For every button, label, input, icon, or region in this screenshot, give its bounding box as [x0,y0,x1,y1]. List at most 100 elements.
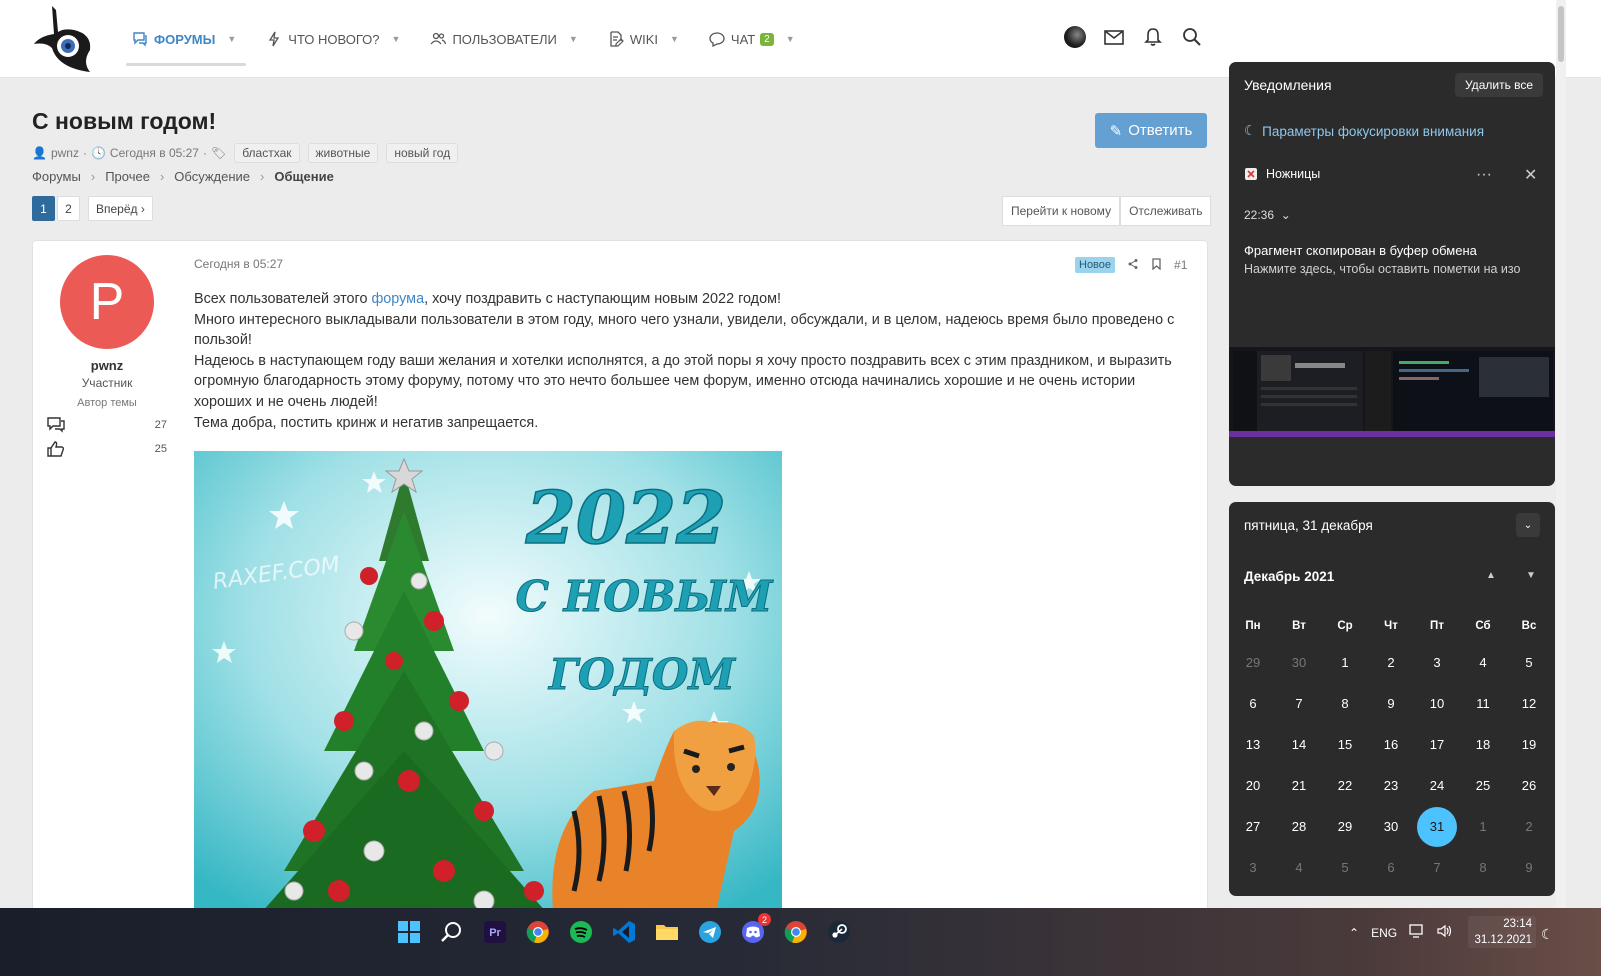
bell-icon[interactable] [1142,26,1164,48]
calendar-month[interactable]: Декабрь 2021 [1244,569,1334,584]
calendar-day[interactable]: 30 [1276,642,1322,683]
post-avatar[interactable]: P [60,255,154,349]
calendar-day[interactable]: 24 [1414,765,1460,806]
calendar-day[interactable]: 2 [1506,806,1552,847]
search-icon[interactable] [438,918,466,946]
breadcrumb-item[interactable]: Прочее [105,169,150,184]
calendar-day[interactable]: 21 [1276,765,1322,806]
telegram-icon[interactable] [696,918,724,946]
nav-users[interactable]: Пользователи ▼ [424,24,587,54]
forum-link[interactable]: форума [371,291,424,307]
previous-month-icon[interactable]: ▲ [1486,570,1496,581]
page-scrollbar[interactable] [1556,0,1566,908]
nav-chat[interactable]: Чат 2 ▼ [703,24,805,54]
calendar-day[interactable]: 14 [1276,724,1322,765]
network-icon[interactable] [1409,924,1425,941]
calendar-day[interactable]: 9 [1506,847,1552,888]
more-options-icon[interactable]: ··· [1476,166,1492,184]
bookmark-icon[interactable] [1151,257,1162,273]
calendar-day[interactable]: 17 [1414,724,1460,765]
watch-button[interactable]: Отслеживать [1120,196,1212,226]
focus-moon-icon[interactable]: ☾ [1541,926,1554,943]
thread-date[interactable]: Сегодня в 05:27 [110,146,199,160]
chrome-icon[interactable] [524,918,552,946]
calendar-day[interactable]: 23 [1368,765,1414,806]
calendar-day[interactable]: 8 [1322,683,1368,724]
volume-icon[interactable] [1437,924,1453,941]
page-1-button[interactable]: 1 [32,196,55,221]
language-indicator[interactable]: ENG [1371,926,1397,940]
nav-forums[interactable]: Форумы ▼ [126,24,247,66]
calendar-day[interactable]: 20 [1230,765,1276,806]
thread-tag[interactable]: новый год [386,143,459,163]
spotify-icon[interactable] [567,918,595,946]
thread-author[interactable]: pwnz [51,146,79,160]
calendar-day[interactable]: 6 [1230,683,1276,724]
calendar-day[interactable]: 31 [1414,806,1460,847]
post-username[interactable]: pwnz [33,358,181,373]
caret-down-icon[interactable]: ▼ [569,34,578,44]
breadcrumb-current[interactable]: Общение [274,169,333,184]
next-page-button[interactable]: Вперёд › [88,196,153,221]
calendar-day[interactable]: 6 [1368,847,1414,888]
calendar-day[interactable]: 3 [1414,642,1460,683]
calendar-day[interactable]: 9 [1368,683,1414,724]
start-button[interactable] [395,918,423,946]
site-logo[interactable] [30,4,102,74]
calendar-day[interactable]: 5 [1322,847,1368,888]
calendar-day[interactable]: 25 [1460,765,1506,806]
new-year-image[interactable]: 2022 С НОВЫМ ГОДОМ RAXEF.COM [194,451,782,921]
calendar-day[interactable]: 29 [1322,806,1368,847]
nav-whats-new[interactable]: Что нового? ▼ [260,24,410,54]
chrome-icon[interactable] [782,918,810,946]
caret-down-icon[interactable]: ▼ [392,34,401,44]
calendar-day[interactable]: 13 [1230,724,1276,765]
caret-down-icon[interactable]: ▼ [670,34,679,44]
notification-time[interactable]: 22:36 ⌄ [1244,208,1291,222]
calendar-day[interactable]: 26 [1506,765,1552,806]
vscode-icon[interactable] [610,918,638,946]
post-date[interactable]: Сегодня в 05:27 [194,257,283,271]
scrollbar-thumb[interactable] [1558,6,1564,62]
screenshot-thumbnail[interactable] [1229,347,1555,437]
page-2-button[interactable]: 2 [57,196,80,221]
thread-tag[interactable]: бластхак [234,143,300,163]
user-avatar[interactable] [1064,26,1086,48]
calendar-day[interactable]: 22 [1322,765,1368,806]
calendar-day[interactable]: 1 [1322,642,1368,683]
calendar-day[interactable]: 4 [1276,847,1322,888]
file-explorer-icon[interactable] [653,918,681,946]
thread-tag[interactable]: животные [307,143,379,163]
calendar-day[interactable]: 4 [1460,642,1506,683]
caret-down-icon[interactable]: ▼ [227,34,236,44]
calendar-day[interactable]: 3 [1230,847,1276,888]
next-month-icon[interactable]: ▼ [1526,570,1536,581]
steam-icon[interactable] [825,918,853,946]
goto-new-button[interactable]: Перейти к новому [1002,196,1121,226]
calendar-day[interactable]: 16 [1368,724,1414,765]
caret-down-icon[interactable]: ▼ [786,34,795,44]
calendar-day[interactable]: 7 [1276,683,1322,724]
calendar-day[interactable]: 18 [1460,724,1506,765]
calendar-day[interactable]: 28 [1276,806,1322,847]
share-icon[interactable] [1127,258,1139,273]
calendar-day[interactable]: 5 [1506,642,1552,683]
calendar-day[interactable]: 29 [1230,642,1276,683]
breadcrumb-item[interactable]: Обсуждение [174,169,250,184]
premiere-icon[interactable]: Pr [481,918,509,946]
reply-button[interactable]: ✎ Ответить [1095,113,1207,148]
calendar-day[interactable]: 15 [1322,724,1368,765]
notification-title[interactable]: Фрагмент скопирован в буфер обмена [1244,243,1477,258]
calendar-day[interactable]: 7 [1414,847,1460,888]
chevron-up-icon[interactable]: ⌃ [1349,926,1359,940]
close-icon[interactable]: ✕ [1524,165,1537,185]
calendar-day[interactable]: 19 [1506,724,1552,765]
mail-icon[interactable] [1103,26,1125,48]
calendar-day[interactable]: 11 [1460,683,1506,724]
calendar-day[interactable]: 10 [1414,683,1460,724]
calendar-day[interactable]: 30 [1368,806,1414,847]
taskbar-clock[interactable]: 23:14 31.12.2021 [1468,916,1536,948]
calendar-day[interactable]: 1 [1460,806,1506,847]
chevron-down-icon[interactable]: ⌄ [1516,513,1540,537]
calendar-day[interactable]: 8 [1460,847,1506,888]
